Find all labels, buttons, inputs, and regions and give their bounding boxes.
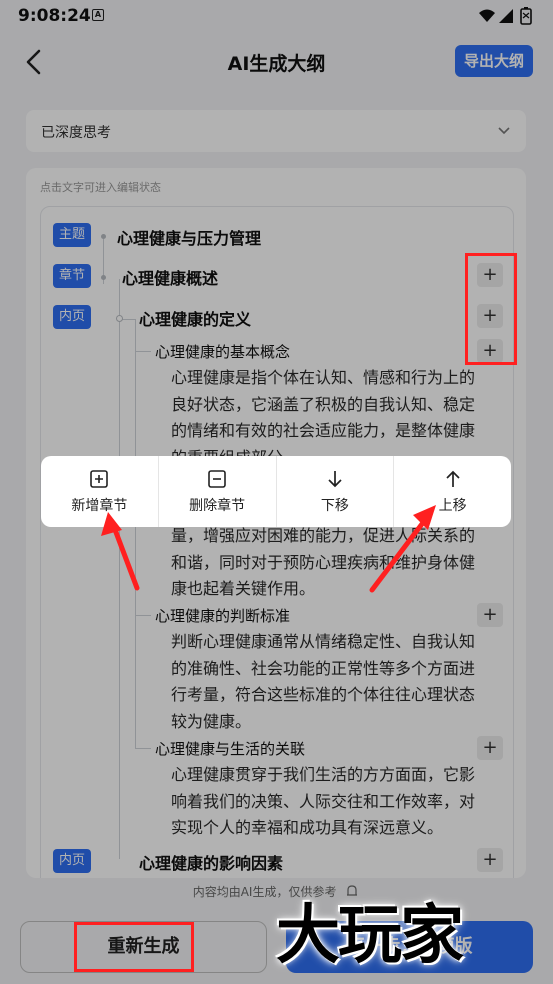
annotation-arrow-add-chapter: [101, 512, 140, 591]
annotation-arrow-move-up: [369, 505, 436, 593]
watermark: 大玩家: [276, 898, 464, 973]
annotation-arrows: [101, 505, 436, 593]
